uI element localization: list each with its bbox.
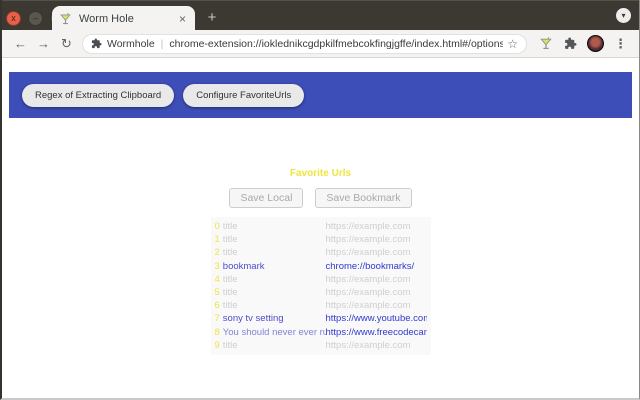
favorite-title: title — [222, 234, 238, 246]
favorite-url: https://example.com — [325, 234, 411, 246]
save-local-button[interactable]: Save Local — [229, 188, 304, 208]
wormhole-extension-martini-glass-icon[interactable] — [535, 33, 556, 54]
favorite-title-cell: 4 title — [215, 274, 326, 285]
browser-toolbar: ← → ↻ Wormhole | chrome-extension://iokl… — [2, 30, 639, 58]
list-item[interactable]: 4 title https://example.com — [215, 273, 427, 286]
list-item[interactable]: 1 title https://example.com — [215, 233, 427, 246]
tab-strip: x – ▢ Worm Hole × + ▾ — [2, 0, 639, 31]
back-icon[interactable]: ← — [9, 33, 32, 55]
favorite-url: https://example.com — [325, 273, 411, 285]
new-tab-button[interactable]: + — [202, 9, 222, 27]
favorite-url: https://example.com — [325, 221, 411, 233]
favorites-list: 0 title https://example.com 1 title https://e… — [210, 217, 431, 355]
favorite-title-cell: 3 bookmark — [215, 261, 326, 272]
options-header-bar: Regex of Extracting Clipboard Configure … — [9, 72, 632, 118]
window-minimize-button[interactable]: – — [28, 11, 43, 26]
save-bookmark-button[interactable]: Save Bookmark — [315, 188, 412, 208]
favorite-urls-title: Favorite Urls — [289, 168, 352, 179]
favorite-urls-section: Favorite Urls Save Local Save Bookmark 0… — [2, 168, 639, 355]
favorite-title: title — [222, 221, 238, 233]
window-close-button[interactable]: x — [6, 11, 21, 26]
omnibox-url: chrome-extension://ioklednikcgdpkilfmebc… — [169, 37, 504, 50]
favorite-index: 4 — [214, 273, 220, 285]
favorite-index: 6 — [214, 300, 220, 312]
favorite-url: chrome://bookmarks/ — [325, 260, 415, 272]
favorite-url: https://www.freecodecamp.o — [325, 326, 427, 338]
favorite-index: 7 — [214, 313, 220, 325]
favorite-index: 2 — [214, 247, 220, 259]
tab-search-button[interactable]: ▾ — [616, 8, 631, 23]
list-item[interactable]: 8You should never ever run dihttps://www… — [215, 326, 427, 339]
list-item[interactable]: 6 title https://example.com — [215, 299, 427, 312]
favorite-title: title — [222, 339, 238, 351]
list-item[interactable]: 9 title https://example.com — [215, 339, 427, 352]
favorite-title: You should never ever run di — [222, 326, 326, 338]
favorite-url: https://example.com — [325, 300, 411, 312]
favorite-title-cell: 7 sony tv setting — [215, 313, 326, 324]
favorite-url: https://example.com — [325, 339, 411, 351]
list-item[interactable]: 2 title https://example.com — [215, 246, 427, 259]
favorite-index: 0 — [214, 221, 220, 233]
reload-icon[interactable]: ↻ — [55, 33, 78, 55]
favorite-title-cell: 9 title — [215, 340, 326, 351]
favorite-index: 8 — [214, 326, 220, 338]
tab-title: Worm Hole — [79, 12, 134, 25]
favorite-title-cell: 6 title — [215, 300, 326, 311]
favorite-url: https://example.com — [325, 247, 411, 259]
browser-tab[interactable]: Worm Hole × — [52, 6, 195, 31]
favorite-index: 1 — [214, 234, 220, 246]
favorite-title: title — [222, 247, 238, 259]
extension-options-page: Regex of Extracting Clipboard Configure … — [2, 72, 639, 398]
save-actions: Save Local Save Bookmark — [229, 188, 412, 208]
browser-menu-icon[interactable]: ⋮ — [610, 33, 631, 54]
omnibox-separator: | — [160, 37, 164, 50]
extension-puzzle-icon — [91, 38, 102, 49]
list-item[interactable]: 7sony tv settinghttps://www.youtube.com/… — [215, 312, 427, 325]
omnibox-extension-name: Wormhole — [107, 37, 155, 50]
favorite-title-cell: 5 title — [215, 287, 326, 298]
favorite-title: bookmark — [222, 260, 265, 272]
favorite-index: 9 — [214, 339, 220, 351]
extensions-puzzle-icon[interactable] — [560, 33, 581, 54]
tab-favicon-martini-glass-icon — [59, 12, 72, 26]
toolbar-right-icons: ⋮ — [535, 33, 631, 54]
favorite-url: https://example.com — [325, 287, 411, 299]
favorite-title-cell: 2 title — [215, 247, 326, 258]
configure-favoriteurls-button[interactable]: Configure FavoriteUrls — [183, 83, 305, 107]
favorite-title: title — [222, 287, 238, 299]
favorite-index: 3 — [214, 260, 220, 272]
favorite-title-cell: 0 title — [215, 221, 326, 232]
regex-clipboard-button[interactable]: Regex of Extracting Clipboard — [22, 83, 175, 107]
favorite-title: title — [222, 300, 238, 312]
list-item[interactable]: 0 title https://example.com — [215, 220, 427, 233]
omnibox[interactable]: Wormhole | chrome-extension://ioklednikc… — [82, 33, 527, 54]
profile-avatar[interactable] — [585, 33, 606, 54]
list-item[interactable]: 3 bookmark chrome://bookmarks/ — [215, 260, 427, 273]
list-item[interactable]: 5 title https://example.com — [215, 286, 427, 299]
favorite-title: title — [222, 273, 238, 285]
forward-icon[interactable]: → — [32, 33, 55, 55]
favorite-title: sony tv setting — [222, 313, 284, 325]
favorite-url: https://www.youtube.com/wa — [325, 313, 427, 325]
favorite-title-cell: 1 title — [215, 234, 326, 245]
favorite-title-cell: 8You should never ever run di — [215, 327, 326, 338]
favorite-index: 5 — [214, 287, 220, 299]
browser-window: x – ▢ Worm Hole × + ▾ ← → ↻ — [0, 0, 640, 400]
bookmark-star-icon[interactable]: ☆ — [507, 37, 518, 51]
tab-close-icon[interactable]: × — [177, 12, 188, 26]
